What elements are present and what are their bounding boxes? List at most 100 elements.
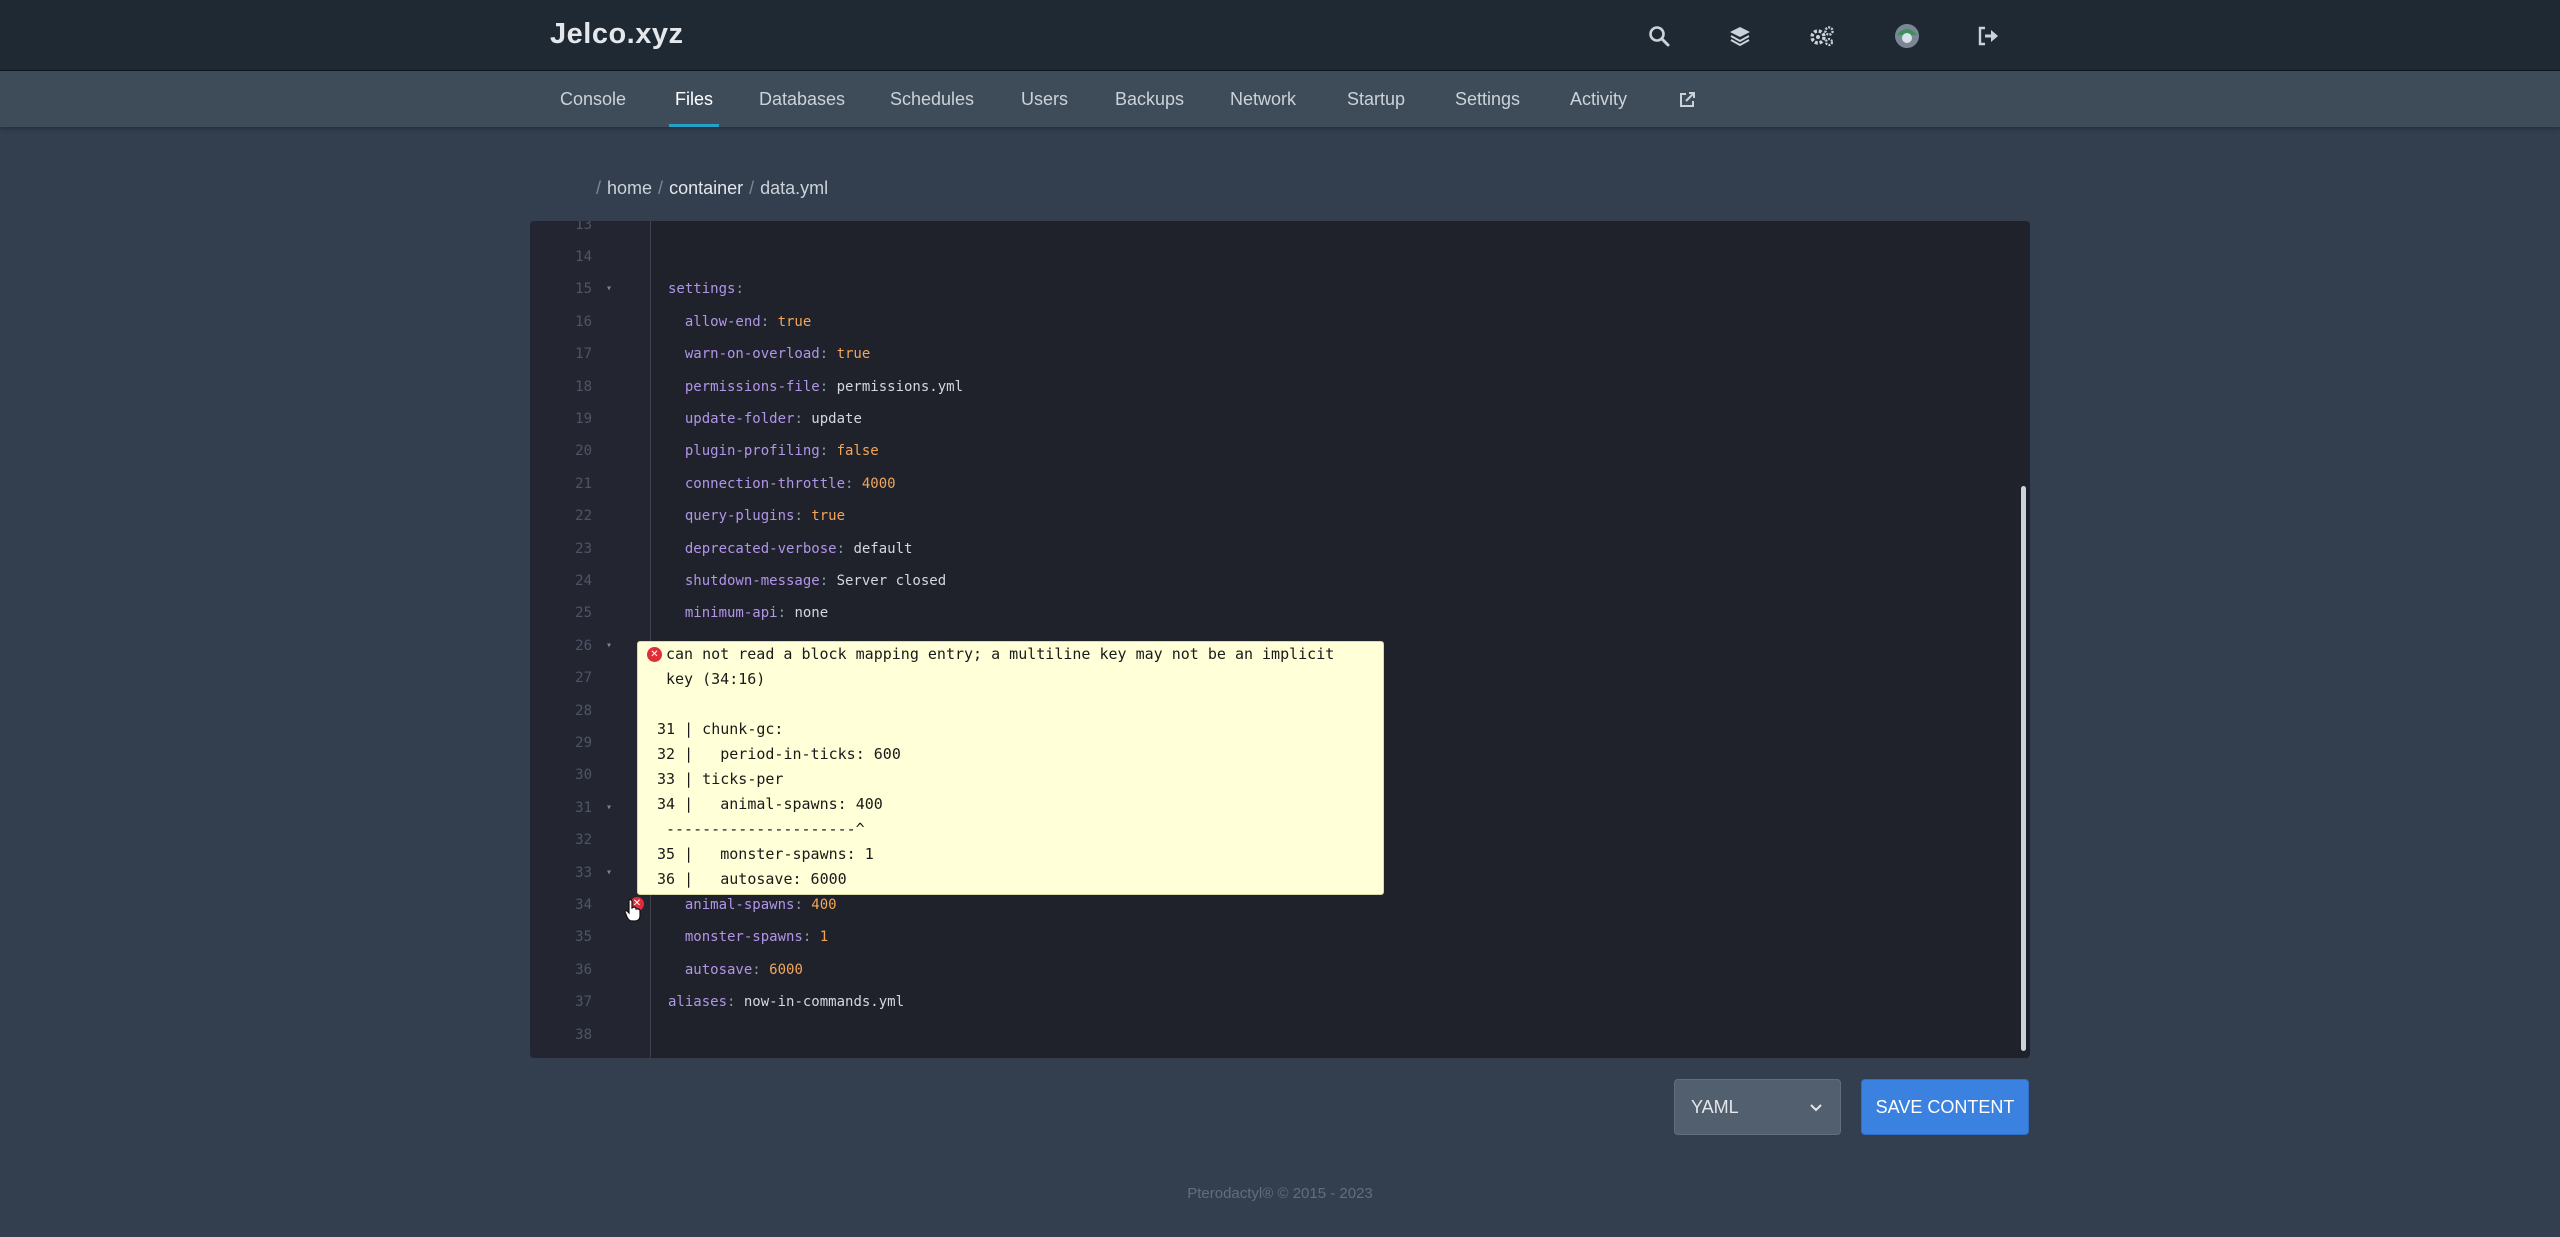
fold-arrow-icon[interactable]: ▾ <box>606 792 612 824</box>
line-number: 33 <box>575 864 592 881</box>
tooltip-line: 31 | chunk-gc: <box>648 720 784 738</box>
editor-line[interactable]: 17 warn-on-overload: true <box>530 338 2010 370</box>
cogs-icon[interactable] <box>1804 18 1840 54</box>
yaml-value: true <box>811 508 846 525</box>
search-icon[interactable] <box>1641 18 1677 54</box>
tab-backups[interactable]: Backups <box>1115 71 1184 127</box>
yaml-value: permissions.yml <box>836 378 964 395</box>
fold-arrow-icon[interactable]: ▾ <box>606 630 612 662</box>
line-number: 34 <box>575 897 592 913</box>
editor-line[interactable]: 19 update-folder: update <box>530 403 2010 435</box>
editor-line[interactable]: 20 plugin-profiling: false <box>530 435 2010 467</box>
editor-line[interactable]: 38 <box>530 1019 2010 1051</box>
breadcrumb: / home / container / data.yml <box>590 178 828 199</box>
breadcrumb-home[interactable]: home <box>607 178 652 198</box>
tooltip-line: key (34:16) <box>666 670 766 688</box>
breadcrumb-separator: / <box>749 178 755 198</box>
tooltip-line: 32 | period-in-ticks: 600 <box>648 745 901 763</box>
yaml-key: plugin-profiling <box>668 443 820 460</box>
editor-scrollbar[interactable] <box>2021 486 2026 1051</box>
line-number: 13 <box>575 221 592 233</box>
editor-line[interactable]: 23 deprecated-verbose: default <box>530 533 2010 565</box>
server-nav: Console Files Databases Schedules Users … <box>0 71 2560 127</box>
breadcrumb-container[interactable]: container <box>669 178 743 198</box>
app-title[interactable]: Jelco.xyz <box>550 18 683 51</box>
fold-arrow-icon[interactable]: ▾ <box>606 273 612 305</box>
editor-line[interactable]: 35 monster-spawns: 1 <box>530 921 2010 953</box>
yaml-value: default <box>853 540 913 557</box>
tab-users[interactable]: Users <box>1021 71 1068 127</box>
yaml-value: 1 <box>819 929 829 946</box>
editor-line[interactable]: 22 query-plugins: true <box>530 500 2010 532</box>
yaml-colon: : <box>794 897 812 913</box>
tab-startup[interactable]: Startup <box>1347 71 1405 127</box>
editor-line[interactable]: 24 shutdown-message: Server closed <box>530 565 2010 597</box>
line-number: 16 <box>575 313 592 330</box>
footer-copyright[interactable]: Pterodactyl® © 2015 - 2023 <box>0 1185 2560 1202</box>
layers-icon[interactable] <box>1722 18 1758 54</box>
hand-cursor-icon <box>624 899 641 922</box>
tab-network[interactable]: Network <box>1230 71 1296 127</box>
breadcrumb-separator: / <box>596 178 602 198</box>
code-editor[interactable]: 13 14 15 ▾ settings: 16 allow-end: true 17 w… <box>530 221 2030 1058</box>
fold-arrow-icon[interactable]: ▾ <box>606 857 612 889</box>
language-mode-value: YAML <box>1691 1097 1739 1117</box>
code-text: plugin-profiling: false <box>668 435 879 467</box>
tab-files[interactable]: Files <box>668 71 720 127</box>
yaml-value: Server closed <box>836 573 947 589</box>
line-number: 28 <box>575 702 592 719</box>
line-number: 36 <box>575 961 592 978</box>
tab-databases[interactable]: Databases <box>759 71 845 127</box>
yaml-value: true <box>777 313 812 330</box>
yaml-key: connection-throttle <box>668 475 846 492</box>
line-number: 23 <box>575 540 592 557</box>
yaml-key: monster-spawns <box>668 929 803 946</box>
editor-line[interactable]: 15 ▾ settings: <box>530 273 2010 305</box>
line-number: 37 <box>575 994 592 1011</box>
yaml-key: allow-end <box>668 313 761 330</box>
line-number: 25 <box>575 605 592 622</box>
language-mode-select[interactable]: YAML <box>1674 1079 1841 1135</box>
breadcrumb-separator: / <box>658 178 664 198</box>
save-content-button[interactable]: SAVE CONTENT <box>1861 1079 2029 1135</box>
yaml-value: 400 <box>811 897 837 913</box>
tab-activity[interactable]: Activity <box>1570 71 1627 127</box>
line-number: 35 <box>575 929 592 946</box>
yaml-value: 4000 <box>861 475 896 492</box>
code-text: permissions-file: permissions.yml <box>668 371 963 403</box>
line-number: 26 <box>575 637 592 654</box>
yaml-value: none <box>794 605 829 622</box>
editor-line[interactable]: 25 minimum-api: none <box>530 597 2010 629</box>
sign-out-icon[interactable] <box>1970 18 2006 54</box>
tab-settings[interactable]: Settings <box>1455 71 1520 127</box>
line-number: 29 <box>575 735 592 751</box>
code-text: settings: <box>668 273 752 305</box>
editor-line[interactable]: 16 allow-end: true <box>530 306 2010 338</box>
yaml-colon: : <box>819 443 837 460</box>
editor-line[interactable]: 14 <box>530 241 2010 273</box>
yaml-key: permissions-file <box>668 378 820 395</box>
yaml-key: shutdown-message <box>668 573 820 589</box>
code-text: minimum-api: none <box>668 597 828 629</box>
editor-line[interactable]: 36 autosave: 6000 <box>530 954 2010 986</box>
tooltip-line: 35 | monster-spawns: 1 <box>648 845 874 863</box>
tooltip-line: 36 | autosave: 6000 <box>648 870 847 888</box>
yaml-colon: : <box>836 540 854 557</box>
line-number: 27 <box>575 670 592 687</box>
line-number: 22 <box>575 508 592 525</box>
yaml-colon: : <box>819 378 837 395</box>
editor-line[interactable]: 18 permissions-file: permissions.yml <box>530 371 2010 403</box>
editor-line[interactable]: 21 connection-throttle: 4000 <box>530 468 2010 500</box>
yaml-key: minimum-api <box>668 605 778 622</box>
code-text: allow-end: true <box>668 306 811 338</box>
tab-schedules[interactable]: Schedules <box>890 71 974 127</box>
avatar[interactable] <box>1889 18 1925 54</box>
editor-line[interactable]: 37 aliases: now-in-commands.yml <box>530 986 2010 1018</box>
code-text: autosave: 6000 <box>668 954 803 986</box>
external-link-icon[interactable] <box>1678 71 1696 127</box>
yaml-colon: : <box>727 994 744 1011</box>
yaml-value: now-in-commands.yml <box>743 994 905 1011</box>
tab-console[interactable]: Console <box>560 71 626 127</box>
yaml-colon: : <box>802 929 820 946</box>
line-number: 17 <box>575 346 592 363</box>
